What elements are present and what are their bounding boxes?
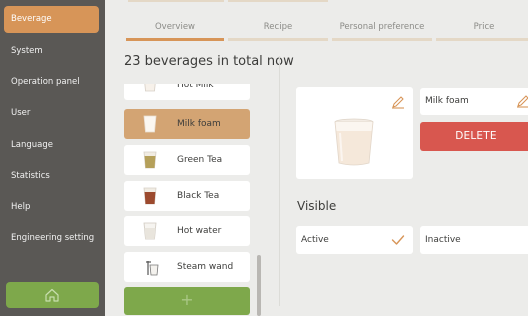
beverage-image-card — [296, 87, 413, 179]
tab-indicator-personal-preference — [332, 38, 432, 41]
green-tea-cup-icon — [143, 151, 157, 169]
steam-wand-icon — [146, 261, 159, 276]
sidebar-item-beverage[interactable]: Beverage — [4, 6, 99, 33]
delete-button[interactable]: DELETE — [420, 122, 528, 151]
sidebar-item-engineering-setting[interactable]: Engineering setting — [4, 225, 99, 252]
list-item-hot-milk[interactable]: Hot Milk — [124, 84, 250, 100]
hot-water-cup-icon — [143, 222, 157, 240]
list-item-label: Hot water — [177, 226, 222, 236]
beverage-list: Hot Milk Milk foam Green Tea Black Tea H… — [124, 84, 254, 316]
list-item-label: Black Tea — [177, 191, 220, 201]
top-line — [128, 0, 224, 2]
milk-cup-icon — [144, 84, 156, 92]
beverage-count: 23 beverages in total now — [124, 54, 294, 69]
list-item-steam-wand[interactable]: Steam wand — [124, 252, 250, 282]
option-label: Inactive — [425, 235, 461, 245]
sidebar-item-operation-panel[interactable]: Operation panel — [4, 69, 99, 96]
option-active[interactable]: Active — [296, 226, 413, 254]
list-item-label: Steam wand — [177, 262, 234, 272]
list-item-label: Green Tea — [177, 155, 223, 165]
list-item-green-tea[interactable]: Green Tea — [124, 145, 250, 175]
visible-heading: Visible — [297, 199, 337, 213]
option-inactive[interactable]: Inactive — [420, 226, 528, 254]
sidebar: Beverage System Operation panel User Lan… — [0, 0, 105, 316]
edit-name-icon[interactable] — [516, 94, 528, 108]
black-tea-cup-icon — [143, 187, 157, 205]
sidebar-item-statistics[interactable]: Statistics — [4, 163, 99, 190]
tab-overview[interactable]: Overview — [126, 14, 224, 40]
tab-price[interactable]: Price — [436, 14, 528, 40]
add-beverage-button[interactable]: + — [124, 287, 250, 315]
list-item-label: Milk foam — [177, 119, 221, 129]
panel-divider — [279, 56, 280, 306]
sidebar-item-language[interactable]: Language — [4, 132, 99, 159]
list-item-black-tea[interactable]: Black Tea — [124, 181, 250, 211]
list-item-hot-water[interactable]: Hot water — [124, 216, 250, 246]
list-item-milk-foam[interactable]: Milk foam — [124, 109, 250, 139]
home-button[interactable] — [6, 282, 99, 308]
tab-indicator-overview — [126, 38, 224, 41]
tab-indicator-price — [436, 38, 528, 41]
list-scrollbar[interactable] — [257, 255, 261, 316]
check-icon — [391, 235, 405, 245]
beverage-name-value: Milk foam — [425, 96, 469, 106]
sidebar-item-help[interactable]: Help — [4, 194, 99, 221]
tab-personal-preference[interactable]: Personal preference — [332, 14, 432, 40]
tab-indicator-recipe — [228, 38, 328, 41]
milk-foam-cup-icon — [143, 115, 157, 133]
tab-recipe[interactable]: Recipe — [228, 14, 328, 40]
list-item-label: Hot Milk — [177, 84, 214, 90]
sidebar-item-system[interactable]: System — [4, 38, 99, 65]
option-label: Active — [301, 235, 329, 245]
beverage-name-field[interactable]: Milk foam — [420, 88, 528, 115]
edit-image-icon[interactable] — [391, 95, 405, 109]
home-icon — [45, 288, 59, 302]
milk-foam-image — [334, 118, 374, 166]
top-line — [228, 0, 328, 2]
sidebar-item-user[interactable]: User — [4, 100, 99, 127]
